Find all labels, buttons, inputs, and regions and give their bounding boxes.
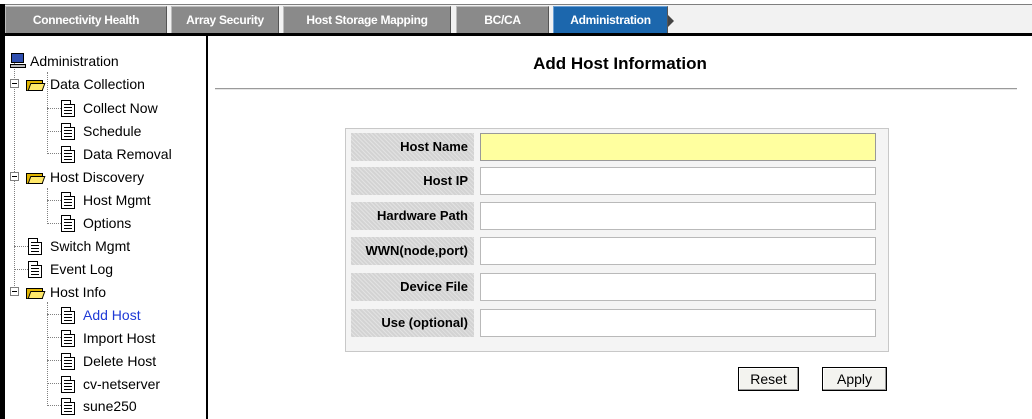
tree-node-label: Delete Host [83,353,157,369]
wwn-input[interactable] [480,237,876,265]
open-folder-icon [26,171,46,184]
tree-connector [47,302,48,404]
form-row-wwn: WWN(node,port) [346,236,890,266]
tab-array-security[interactable]: Array Security [171,6,279,33]
open-folder-icon [26,286,46,299]
tab-bc-ca[interactable]: BC/CA [456,6,549,33]
tree-item-sune250[interactable]: sune250 [53,395,203,417]
tree-folder-host-info[interactable]: Host Info [10,281,200,303]
tree-node-label: cv-netserver [83,376,161,392]
tree-item-collect-now[interactable]: Collect Now [53,97,203,119]
nav-left-edge [0,36,5,419]
document-icon [61,307,75,324]
document-icon [61,123,75,140]
page-title: Add Host Information [533,54,707,73]
tree-item-data-removal[interactable]: Data Removal [53,143,203,165]
document-icon [28,261,42,278]
tree-folder-data-collection[interactable]: Data Collection [10,73,200,95]
main-panel: Add Host Information Host Name Host IP H… [208,36,1032,419]
tree-node-label: Data Collection [50,76,145,92]
tree-node-label: Import Host [83,330,156,346]
form-row-host-name: Host Name [346,132,890,162]
document-icon [61,100,75,117]
tree-node-label: Data Removal [83,146,172,162]
tree-node-label: Schedule [83,123,142,139]
collapse-minus-icon[interactable] [10,287,19,296]
tree-node-label: Administration [30,53,119,69]
hardware-path-label: Hardware Path [351,202,474,230]
document-icon [28,238,42,255]
tree-node-label: Options [83,215,132,231]
form-row-hardware-path: Hardware Path [346,201,890,231]
document-icon [61,398,75,415]
tree-item-add-host[interactable]: Add Host [53,304,203,326]
tree-item-schedule[interactable]: Schedule [53,120,203,142]
tree-item-options[interactable]: Options [53,212,203,234]
host-ip-input[interactable] [480,167,876,195]
document-icon [61,353,75,370]
computer-icon [10,53,26,69]
tree-node-label: Collect Now [83,100,158,116]
form-row-device-file: Device File [346,272,890,302]
use-optional-input[interactable] [480,309,876,337]
tree-node-label: Host Discovery [50,169,145,185]
tree-node-label: Event Log [50,261,114,277]
use-optional-label: Use (optional) [351,309,474,337]
tree-folder-host-discovery[interactable]: Host Discovery [10,166,200,188]
tab-administration[interactable]: Administration [553,6,674,33]
document-icon [61,215,75,232]
navigation-tree: Administration Data Collection Collect N… [0,36,208,419]
add-host-form: Host Name Host IP Hardware Path WWN(node… [345,128,889,352]
tree-item-host-mgmt[interactable]: Host Mgmt [53,189,203,211]
tree-connector [47,188,48,222]
tree-node-label: Switch Mgmt [50,238,131,254]
form-row-host-ip: Host IP [346,166,890,196]
tab-bar: Connectivity Health Array Security Host … [0,0,1032,38]
document-icon [61,376,75,393]
document-icon [61,192,75,209]
device-file-input[interactable] [480,273,876,301]
tree-root-administration[interactable]: Administration [10,50,200,72]
tree-item-cv-netserver[interactable]: cv-netserver [53,373,203,395]
apply-button[interactable]: Apply [822,367,887,391]
collapse-minus-icon[interactable] [10,79,19,88]
tab-host-storage-mapping[interactable]: Host Storage Mapping [283,6,451,33]
reset-button[interactable]: Reset [738,367,799,391]
device-file-label: Device File [351,273,474,301]
open-folder-icon [26,78,46,91]
document-icon [61,146,75,163]
wwn-label: WWN(node,port) [351,237,474,265]
tree-node-label: sune250 [83,398,137,414]
collapse-minus-icon[interactable] [10,172,19,181]
host-name-label: Host Name [351,133,474,161]
host-ip-label: Host IP [351,167,474,195]
tree-node-label: Host Mgmt [83,192,151,208]
title-divider [215,88,1017,90]
tree-item-import-host[interactable]: Import Host [53,327,203,349]
host-name-input[interactable] [480,133,876,161]
tree-item-event-log[interactable]: Event Log [20,258,200,280]
form-row-use-optional: Use (optional) [346,308,890,338]
document-icon [61,330,75,347]
tab-connectivity-health[interactable]: Connectivity Health [5,6,167,33]
hardware-path-input[interactable] [480,202,876,230]
tree-item-switch-mgmt[interactable]: Switch Mgmt [20,235,200,257]
tree-node-label: Host Info [50,284,107,300]
tree-node-label: Add Host [83,307,141,323]
tree-item-delete-host[interactable]: Delete Host [53,350,203,372]
